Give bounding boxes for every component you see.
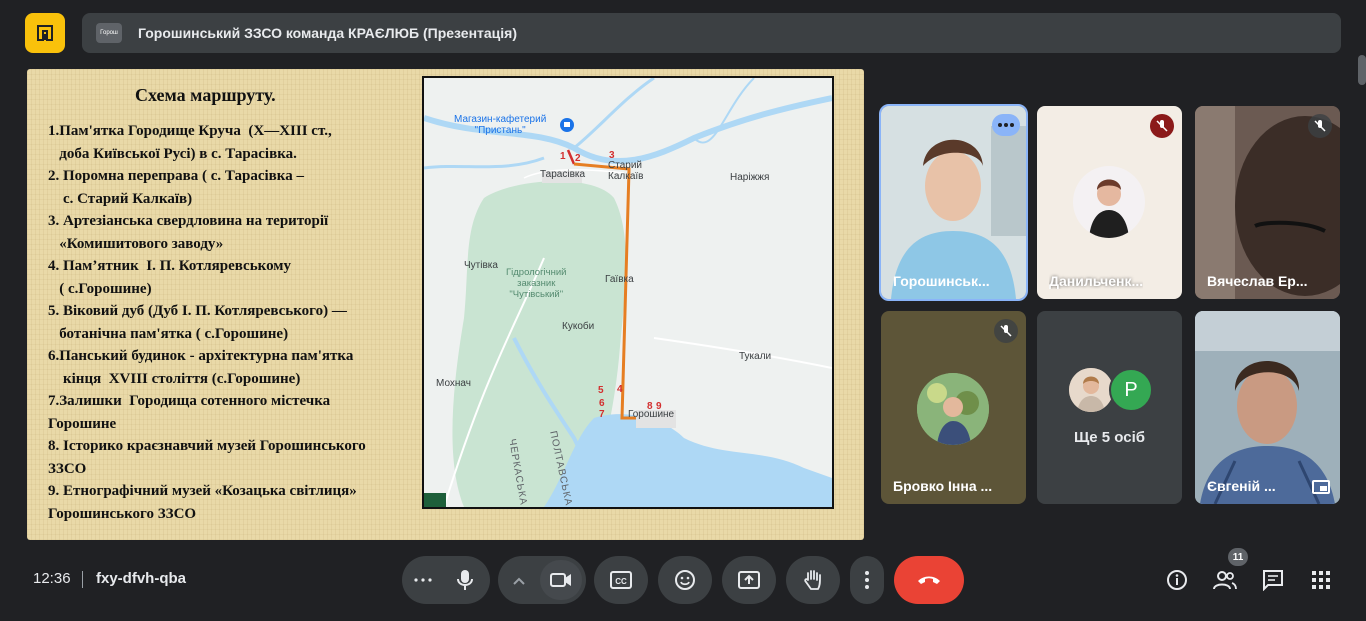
people-count-badge: 11	[1228, 548, 1248, 566]
presentation-logo-icon[interactable]	[25, 13, 65, 53]
presentation-title: Горошинський ЗЗСО команда КРАЄЛЮБ (Презе…	[138, 25, 518, 41]
camera-group	[498, 556, 586, 604]
meeting-clock: 12:36	[33, 570, 71, 587]
more-participants-tile[interactable]: P Ще 5 осіб	[1037, 311, 1182, 504]
meet-window: Горош Горошинський ЗЗСО команда КРАЄЛЮБ …	[0, 0, 1366, 621]
videocam-icon[interactable]	[540, 560, 582, 600]
map-place-label: Тукали	[739, 351, 772, 362]
participant-tile[interactable]: Євгеній ...	[1195, 311, 1340, 504]
people-icon[interactable]	[1211, 566, 1239, 594]
presenter-avatar-text: Горош	[100, 30, 118, 36]
more-options-icon[interactable]	[992, 114, 1020, 136]
presentation-bar[interactable]: Горош Горошинський ЗЗСО команда КРАЄЛЮБ …	[82, 13, 1341, 53]
mic-off-icon	[1308, 114, 1332, 138]
map-place-label: Кукоби	[562, 321, 595, 332]
route-item: 3. Артезіанська свердловина на території…	[48, 213, 329, 252]
map-place-label: Мохнач	[436, 378, 471, 389]
participant-video	[1195, 311, 1340, 504]
participant-tile[interactable]: Вячеслав Ер...	[1195, 106, 1340, 299]
closed-captions-icon[interactable]: CC	[594, 556, 648, 604]
map-stop-number: 1	[560, 151, 566, 162]
participant-name: Вячеслав Ер...	[1207, 273, 1308, 289]
participant-avatar	[1069, 368, 1113, 412]
participant-letter-avatar: P	[1109, 368, 1153, 412]
call-end-icon[interactable]	[894, 556, 964, 604]
slide-title: Схема маршруту.	[135, 85, 276, 105]
divider	[82, 571, 83, 588]
participant-tile[interactable]: Бровко Інна ...	[881, 311, 1026, 504]
route-item: 4. Пам’ятник І. П. Котляревському ( с.Го…	[48, 258, 292, 297]
info-icon[interactable]	[1163, 566, 1191, 594]
participant-name: Євгеній ...	[1207, 478, 1276, 494]
route-item: 2. Поромна переправа ( с. Тарасівка – с.…	[48, 168, 304, 207]
map-stop-number: 2	[575, 153, 581, 164]
map-place-label: Старий Калкаїв	[608, 160, 644, 182]
more-horiz-icon[interactable]	[414, 573, 434, 587]
route-item: 1.Пам'ятка Городище Круча (X—XIII ст., д…	[48, 123, 332, 162]
route-list: 1.Пам'ятка Городище Круча (X—XIII ст., д…	[48, 120, 423, 525]
map-stop-number: 4	[617, 384, 623, 395]
pip-icon[interactable]	[1312, 480, 1330, 494]
chat-icon[interactable]	[1259, 566, 1287, 594]
mic-icon[interactable]	[445, 566, 485, 594]
route-item: 5. Віковий дуб (Дуб І. П. Котляревського…	[48, 303, 347, 342]
map-place-label: Чутівка	[464, 260, 498, 271]
route-item: 9. Етнографічний музей «Козацька світлиц…	[48, 483, 357, 522]
map-stop-number: 8	[647, 401, 653, 412]
apps-grid-icon[interactable]	[1307, 566, 1335, 594]
mic-off-icon	[1150, 114, 1174, 138]
mic-off-icon	[994, 319, 1018, 343]
route-item: 6.Панський будинок - архітектурна пам'ят…	[48, 348, 354, 387]
route-item: 7.Залишки Городища сотенного містечка Го…	[48, 393, 331, 432]
map-stop-number: 5	[598, 385, 604, 396]
avatar-letter: P	[1124, 378, 1138, 401]
participant-name: Горошинськ...	[893, 273, 990, 289]
map-poi-label: Магазин-кафетерий "Пристань"	[454, 114, 547, 136]
map-stop-number: 3	[609, 150, 615, 161]
participant-tile[interactable]: Данильченк...	[1037, 106, 1182, 299]
mic-group	[402, 556, 490, 604]
presentation-slide: Схема маршруту. 1.Пам'ятка Городище Круч…	[27, 69, 864, 540]
map-graphic	[424, 78, 832, 507]
more-vert-icon[interactable]	[850, 556, 884, 604]
map-place-label: Гаївка	[605, 274, 634, 285]
scrollbar[interactable]	[1358, 55, 1366, 85]
raise-hand-icon[interactable]	[786, 556, 840, 604]
emoji-icon[interactable]	[658, 556, 712, 604]
svg-text:CC: CC	[615, 577, 627, 586]
participant-avatar	[917, 373, 989, 445]
more-participants-label: Ще 5 осіб	[1073, 429, 1146, 446]
map-stop-number: 9	[656, 401, 662, 412]
present-screen-icon[interactable]	[722, 556, 776, 604]
participant-avatar	[1073, 166, 1145, 238]
map-stop-number: 7	[599, 409, 605, 420]
route-item: 8. Історико краєзнавчий музей Горошинськ…	[48, 438, 366, 477]
route-map: Магазин-кафетерий "Пристань" Гідрологічн…	[422, 76, 834, 509]
map-place-label: Тарасівка	[540, 169, 586, 180]
map-place-label: Наріжжя	[730, 172, 770, 183]
participant-tile[interactable]: Горошинськ...	[879, 104, 1028, 301]
presenter-avatar: Горош	[96, 23, 122, 43]
map-reserve-label: Гідрологічний заказник "Чутівський"	[506, 267, 567, 300]
meeting-code: fxy-dfvh-qba	[96, 570, 186, 587]
map-stop-number: 6	[599, 398, 605, 409]
participant-name: Бровко Інна ...	[893, 478, 993, 494]
participant-name: Данильченк...	[1049, 273, 1144, 289]
chevron-up-icon[interactable]	[512, 573, 526, 591]
